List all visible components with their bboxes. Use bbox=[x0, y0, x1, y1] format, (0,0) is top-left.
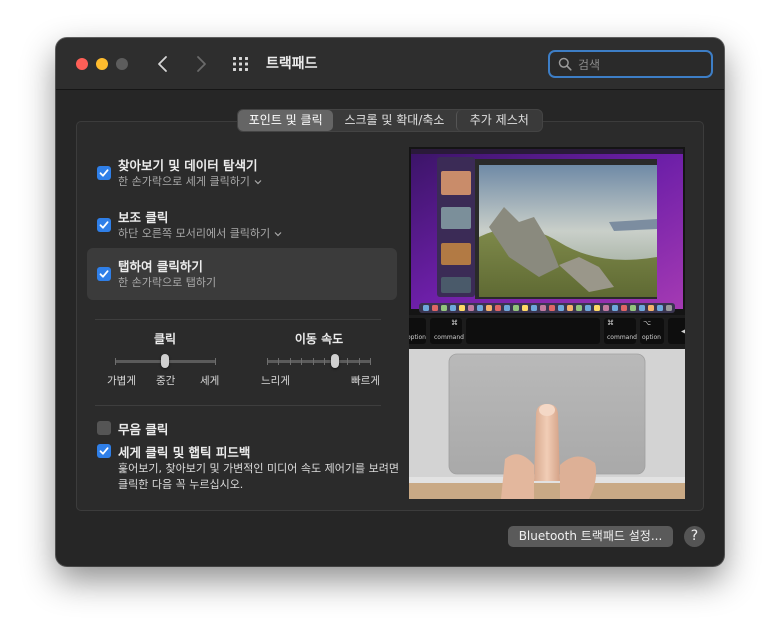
force-click-description-line: 훑어보기, 찾아보기 및 가변적인 미디어 속도 제어기를 보려면 bbox=[118, 462, 399, 475]
divider bbox=[95, 405, 381, 406]
force-click-label: 세게 클릭 및 햅틱 피드백 bbox=[118, 445, 251, 460]
slider-tick bbox=[313, 358, 314, 365]
slider-tick bbox=[290, 358, 291, 365]
force-click-checkbox[interactable] bbox=[97, 444, 111, 458]
slider-tick bbox=[215, 358, 216, 365]
chevron-left-icon bbox=[158, 56, 167, 72]
zoom-button[interactable] bbox=[116, 58, 128, 70]
forward-button[interactable] bbox=[190, 52, 212, 76]
checkmark-icon bbox=[99, 447, 109, 455]
key-symbol-option-right: ⌥ bbox=[643, 319, 652, 327]
key-symbol-command-right: ⌘ bbox=[607, 319, 614, 327]
search-placeholder: 검색 bbox=[578, 58, 601, 72]
force-click-description-line: 클릭한 다음 꼭 누르십시오. bbox=[118, 478, 244, 491]
slider-tick bbox=[115, 358, 116, 365]
close-button[interactable] bbox=[76, 58, 88, 70]
click-label-light: 가볍게 bbox=[107, 375, 136, 387]
option-tap-to-click[interactable]: 탭하여 클릭하기 한 손가락으로 탭하기 bbox=[87, 248, 397, 300]
show-all-button[interactable] bbox=[230, 54, 252, 74]
chevron-down-icon bbox=[254, 180, 262, 185]
bluetooth-trackpad-button[interactable]: Bluetooth 트랙패드 설정... bbox=[508, 526, 673, 547]
slider-tick bbox=[359, 358, 360, 365]
key-command-left: command bbox=[434, 334, 464, 341]
preferences-window: 트랙패드 검색 포인트 및 클릭 스크롤 및 확대/축소 추가 제스처 찾아보기… bbox=[56, 38, 724, 566]
divider bbox=[95, 319, 381, 320]
look-up-subtitle: 한 손가락으로 세게 클릭하기 bbox=[118, 175, 250, 188]
force-click-description: 훑어보기, 찾아보기 및 가변적인 미디어 속도 제어기를 보려면 클릭한 다음… bbox=[118, 461, 399, 493]
checkmark-icon bbox=[99, 270, 109, 278]
checkmark-icon bbox=[99, 169, 109, 177]
look-up-subtitle-menu[interactable]: 한 손가락으로 세게 클릭하기 bbox=[118, 173, 262, 189]
click-label-medium: 중간 bbox=[156, 375, 176, 387]
slider-tick bbox=[370, 358, 371, 365]
silent-click-label: 무음 클릭 bbox=[118, 422, 169, 437]
window-title: 트랙패드 bbox=[266, 56, 318, 72]
key-symbol-command-left: ⌘ bbox=[451, 319, 458, 327]
tracking-label-slow: 느리게 bbox=[261, 375, 290, 387]
key-command-right: command bbox=[607, 334, 637, 341]
click-slider-knob[interactable] bbox=[161, 354, 169, 368]
secondary-click-checkbox[interactable] bbox=[97, 218, 111, 232]
tracking-slider-knob[interactable] bbox=[331, 354, 339, 368]
key-option-right: option bbox=[642, 334, 661, 341]
search-field[interactable]: 검색 bbox=[548, 50, 713, 78]
option-look-up[interactable]: 찾아보기 및 데이터 탐색기 한 손가락으로 세게 클릭하기 bbox=[97, 150, 397, 202]
tab-more-gestures[interactable]: 추가 제스처 bbox=[455, 110, 542, 131]
help-button[interactable]: ? bbox=[684, 526, 705, 547]
checkmark-icon bbox=[99, 221, 109, 229]
grid-icon bbox=[233, 57, 248, 71]
slider-tick bbox=[301, 358, 302, 365]
slider-tick bbox=[347, 358, 348, 365]
click-slider-title: 클릭 bbox=[153, 332, 177, 346]
tap-to-click-checkbox[interactable] bbox=[97, 267, 111, 281]
tap-to-click-title: 탭하여 클릭하기 bbox=[118, 259, 203, 274]
chevron-down-icon bbox=[274, 232, 282, 237]
tap-to-click-subtitle: 한 손가락으로 탭하기 bbox=[118, 276, 217, 289]
slider-tick bbox=[267, 358, 268, 365]
search-icon bbox=[558, 57, 572, 71]
gesture-preview-video: ◀ option command command option ⌘ ⌘ ⌥ bbox=[409, 147, 685, 499]
key-option-left: option bbox=[409, 334, 426, 341]
svg-text:◀: ◀ bbox=[681, 328, 685, 335]
toolbar: 트랙패드 검색 bbox=[56, 38, 724, 90]
slider-tick bbox=[278, 358, 279, 365]
slider-tick bbox=[324, 358, 325, 365]
look-up-checkbox[interactable] bbox=[97, 166, 111, 180]
secondary-click-subtitle: 하단 오른쪽 모서리에서 클릭하기 bbox=[118, 227, 271, 240]
tab-point-and-click[interactable]: 포인트 및 클릭 bbox=[238, 110, 334, 131]
secondary-click-title: 보조 클릭 bbox=[118, 210, 169, 225]
minimize-button[interactable] bbox=[96, 58, 108, 70]
chevron-right-icon bbox=[197, 56, 206, 72]
look-up-title: 찾아보기 및 데이터 탐색기 bbox=[118, 158, 258, 173]
tab-bar: 포인트 및 클릭 스크롤 및 확대/축소 추가 제스처 bbox=[237, 109, 543, 132]
tracking-slider-track[interactable] bbox=[267, 360, 371, 363]
click-label-firm: 세게 bbox=[200, 375, 220, 387]
option-secondary-click[interactable]: 보조 클릭 하단 오른쪽 모서리에서 클릭하기 bbox=[97, 202, 397, 254]
silent-click-checkbox[interactable] bbox=[97, 421, 111, 435]
tab-scroll-and-zoom[interactable]: 스크롤 및 확대/축소 bbox=[333, 110, 455, 131]
tracking-label-fast: 빠르게 bbox=[351, 375, 380, 387]
tracking-slider-title: 이동 속도 bbox=[294, 332, 344, 346]
secondary-click-subtitle-menu[interactable]: 하단 오른쪽 모서리에서 클릭하기 bbox=[118, 225, 282, 241]
back-button[interactable] bbox=[152, 52, 174, 76]
